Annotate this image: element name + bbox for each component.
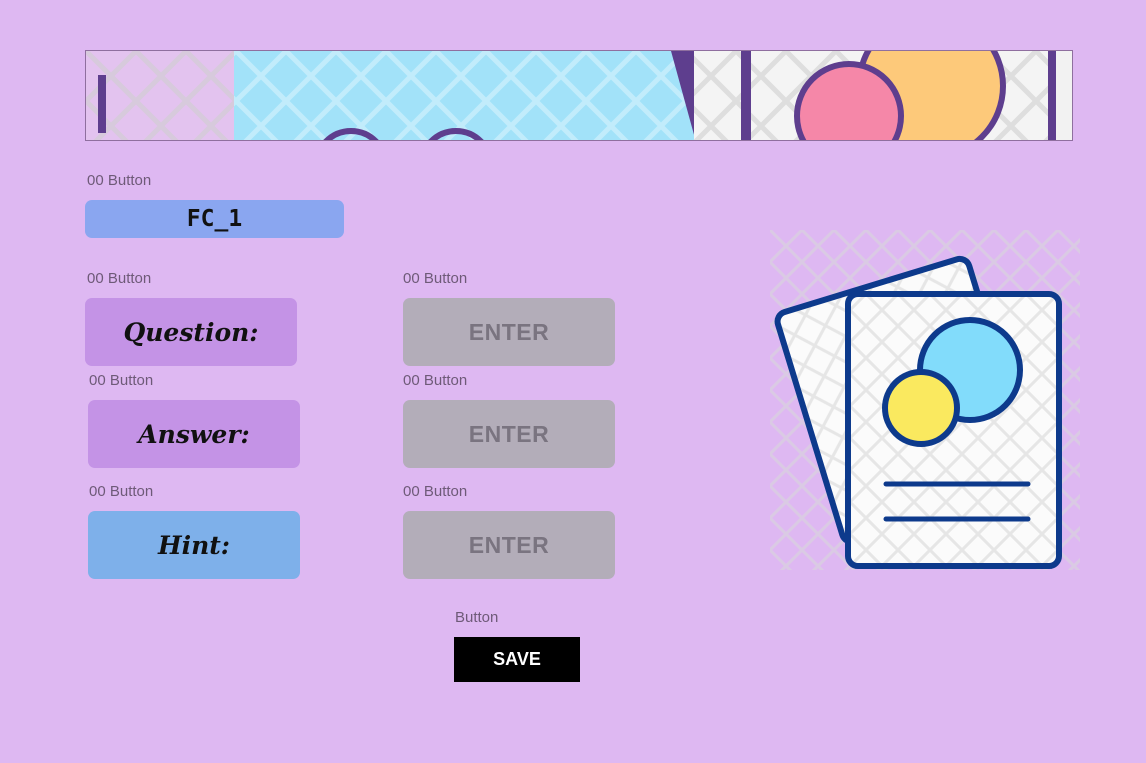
question-button-caption: 00 Button (87, 270, 152, 287)
question-label-button[interactable]: Question: (85, 298, 297, 366)
header-banner-image (85, 50, 1073, 141)
hint-input-caption: 00 Button (403, 483, 468, 500)
flashcards-icon (770, 230, 1080, 570)
answer-button-caption: 00 Button (89, 372, 154, 389)
flashcard-title-button[interactable]: FC_1 (85, 200, 344, 238)
save-button-caption: Button (455, 609, 499, 626)
hint-label-button[interactable]: Hint: (88, 511, 300, 579)
title-button-caption: 00 Button (87, 172, 152, 189)
save-button[interactable]: SAVE (454, 637, 580, 682)
answer-enter-button[interactable]: ENTER (403, 400, 615, 468)
hint-button-caption: 00 Button (89, 483, 154, 500)
question-input-caption: 00 Button (403, 270, 468, 287)
hint-enter-button[interactable]: ENTER (403, 511, 615, 579)
answer-label-button[interactable]: Answer: (88, 400, 300, 468)
question-enter-button[interactable]: ENTER (403, 298, 615, 366)
answer-input-caption: 00 Button (403, 372, 468, 389)
